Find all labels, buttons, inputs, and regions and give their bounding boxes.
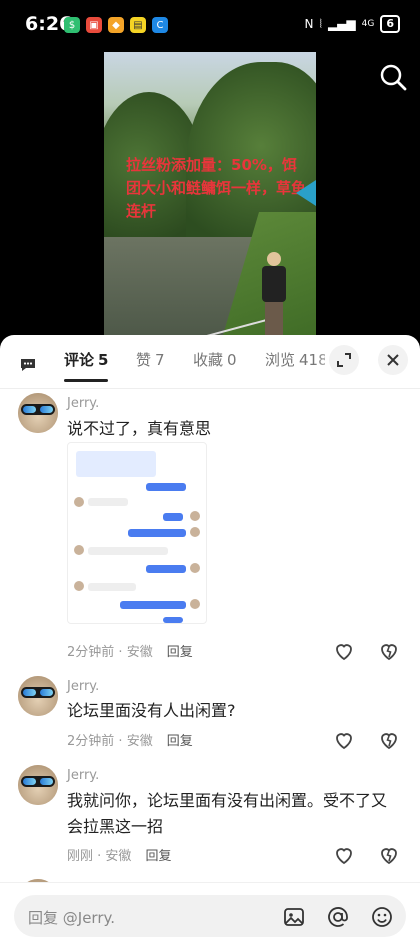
app-notification-icon: $ — [64, 17, 80, 33]
comment-location: 安徽 — [126, 645, 153, 660]
reply-placeholder: 回复 @Jerry. — [28, 909, 115, 927]
tab-likes[interactable]: 赞7 — [136, 349, 165, 370]
tab-favorites[interactable]: 收藏 0 — [193, 349, 237, 370]
comment-item: Jerry. 论坛里面没有人出闲置? 2分钟前 · 安徽 回复 — [0, 676, 420, 756]
comment-location: 安徽 — [126, 734, 153, 749]
signal-icon: ▂▄▆ — [327, 17, 356, 31]
comment-sheet: 评论 5 赞7 收藏 0 浏览 418 Jerry. 说不过了，真有意思 2分钟… — [0, 335, 420, 948]
image-icon[interactable] — [282, 905, 306, 929]
comment-menu-icon[interactable] — [18, 355, 38, 375]
comment-username[interactable]: Jerry. — [67, 679, 99, 694]
heart-icon[interactable] — [333, 729, 355, 751]
video-frame: 拉丝粉添加量：50%，饵团大小和鲢鳙饵一样，草鱼连杆 — [104, 52, 316, 342]
video-caption: 拉丝粉添加量：50%，饵团大小和鲢鳙饵一样，草鱼连杆 — [126, 156, 307, 220]
dislike-icon[interactable] — [378, 844, 400, 866]
tab-count: 0 — [227, 351, 237, 369]
comment-meta: 2分钟前 · 安徽 回复 — [67, 734, 193, 749]
status-bar: 6:26 $ ▣ ◆ ▤ C N ⦚ ▂▄▆ 4G 6 — [0, 0, 420, 52]
comment-item: Jerry. 我就问你，论坛里面有没有出闲置。受不了又会拉黑这一招 刚刚 · 安… — [0, 765, 420, 875]
expand-icon[interactable] — [329, 345, 359, 375]
app-notification-icon: ◆ — [108, 17, 124, 33]
comment-location: 安徽 — [105, 849, 132, 864]
comment-tabs: 评论 5 赞7 收藏 0 浏览 418 — [0, 335, 420, 389]
search-icon[interactable] — [378, 62, 408, 92]
comment-text: 我就问你，论坛里面有没有出闲置。受不了又会拉黑这一招 — [67, 791, 388, 836]
emoji-icon[interactable] — [370, 905, 394, 929]
vibrate-icon: ⦚ — [319, 16, 322, 31]
notification-icons: $ ▣ ◆ ▤ C — [64, 17, 168, 33]
tab-label: 赞 — [136, 351, 152, 369]
network-type: 4G — [361, 19, 375, 29]
comment-username[interactable]: Jerry. — [67, 768, 99, 783]
dislike-icon[interactable] — [378, 729, 400, 751]
video-player[interactable]: 拉丝粉添加量：50%，饵团大小和鲢鳙饵一样，草鱼连杆 — [0, 52, 420, 342]
comment-time: 2分钟前 — [67, 734, 115, 749]
reply-button[interactable]: 回复 — [167, 734, 193, 749]
heart-icon[interactable] — [333, 844, 355, 866]
tab-comments[interactable]: 评论 5 — [64, 349, 109, 382]
tab-count: 5 — [98, 351, 109, 369]
avatar[interactable] — [18, 393, 58, 433]
reply-button[interactable]: 回复 — [167, 645, 193, 660]
reply-button[interactable]: 回复 — [145, 849, 171, 864]
at-icon[interactable] — [326, 905, 350, 929]
comment-time: 刚刚 — [67, 849, 94, 864]
battery-indicator: 6 — [380, 15, 400, 33]
comment-meta: 2分钟前 · 安徽 回复 — [67, 645, 193, 660]
app-notification-icon: ▤ — [130, 17, 146, 33]
reply-input-bar: 回复 @Jerry. — [0, 882, 420, 948]
nfc-icon: N — [304, 17, 314, 31]
dislike-icon[interactable] — [378, 640, 400, 662]
angler-figure — [259, 252, 289, 337]
reply-input[interactable]: 回复 @Jerry. — [14, 895, 406, 937]
comment-item: Jerry. 说不过了，真有意思 2分钟前 · 安徽 回复 — [0, 390, 420, 662]
avatar[interactable] — [18, 765, 58, 805]
system-indicators: N ⦚ ▂▄▆ 4G 6 — [304, 15, 400, 33]
comment-meta: 刚刚 · 安徽 回复 — [67, 849, 172, 864]
close-icon[interactable] — [378, 345, 408, 375]
chat-screenshot-image[interactable] — [67, 442, 207, 624]
app-notification-icon: C — [152, 17, 168, 33]
avatar[interactable] — [18, 676, 58, 716]
app-notification-icon: ▣ — [86, 17, 102, 33]
tab-count: 7 — [155, 351, 165, 369]
comment-text: 说不过了，真有意思 — [67, 419, 212, 438]
comment-username[interactable]: Jerry. — [67, 396, 99, 411]
tab-label: 评论 — [64, 351, 95, 369]
heart-icon[interactable] — [333, 640, 355, 662]
comment-time: 2分钟前 — [67, 645, 115, 660]
tab-label: 浏览 — [265, 351, 296, 369]
tab-label: 收藏 — [193, 351, 224, 369]
comment-text: 论坛里面没有人出闲置? — [67, 701, 236, 720]
